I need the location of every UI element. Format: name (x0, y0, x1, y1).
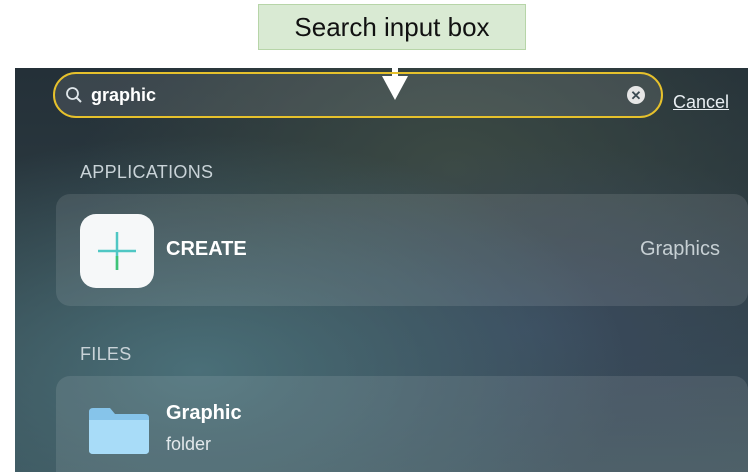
plus-icon (98, 232, 136, 270)
section-title-applications: APPLICATIONS (80, 162, 214, 182)
clear-search-icon[interactable]: ✕ (627, 86, 645, 104)
result-name: Graphic (166, 402, 242, 424)
result-kind: folder (166, 434, 212, 454)
search-icon (66, 87, 82, 103)
search-input[interactable]: graphic ✕ (53, 72, 663, 118)
folder-icon (89, 408, 149, 454)
cancel-button[interactable]: Cancel (673, 92, 729, 113)
spotlight-screen: graphic ✕ Cancel APPLICATIONS CREATE Gra… (15, 68, 748, 472)
annotation-label: Search input box (294, 11, 490, 42)
section-title-files: FILES (80, 344, 132, 364)
result-card-create[interactable]: CREATE Graphics (56, 194, 748, 306)
create-app-icon (80, 214, 154, 288)
annotation-callout: Search input box (258, 4, 526, 50)
search-query[interactable]: graphic (91, 85, 156, 106)
result-category: Graphics (639, 238, 720, 260)
result-name: CREATE (166, 238, 247, 260)
result-card-graphic-folder[interactable]: Graphic folder (56, 376, 748, 472)
